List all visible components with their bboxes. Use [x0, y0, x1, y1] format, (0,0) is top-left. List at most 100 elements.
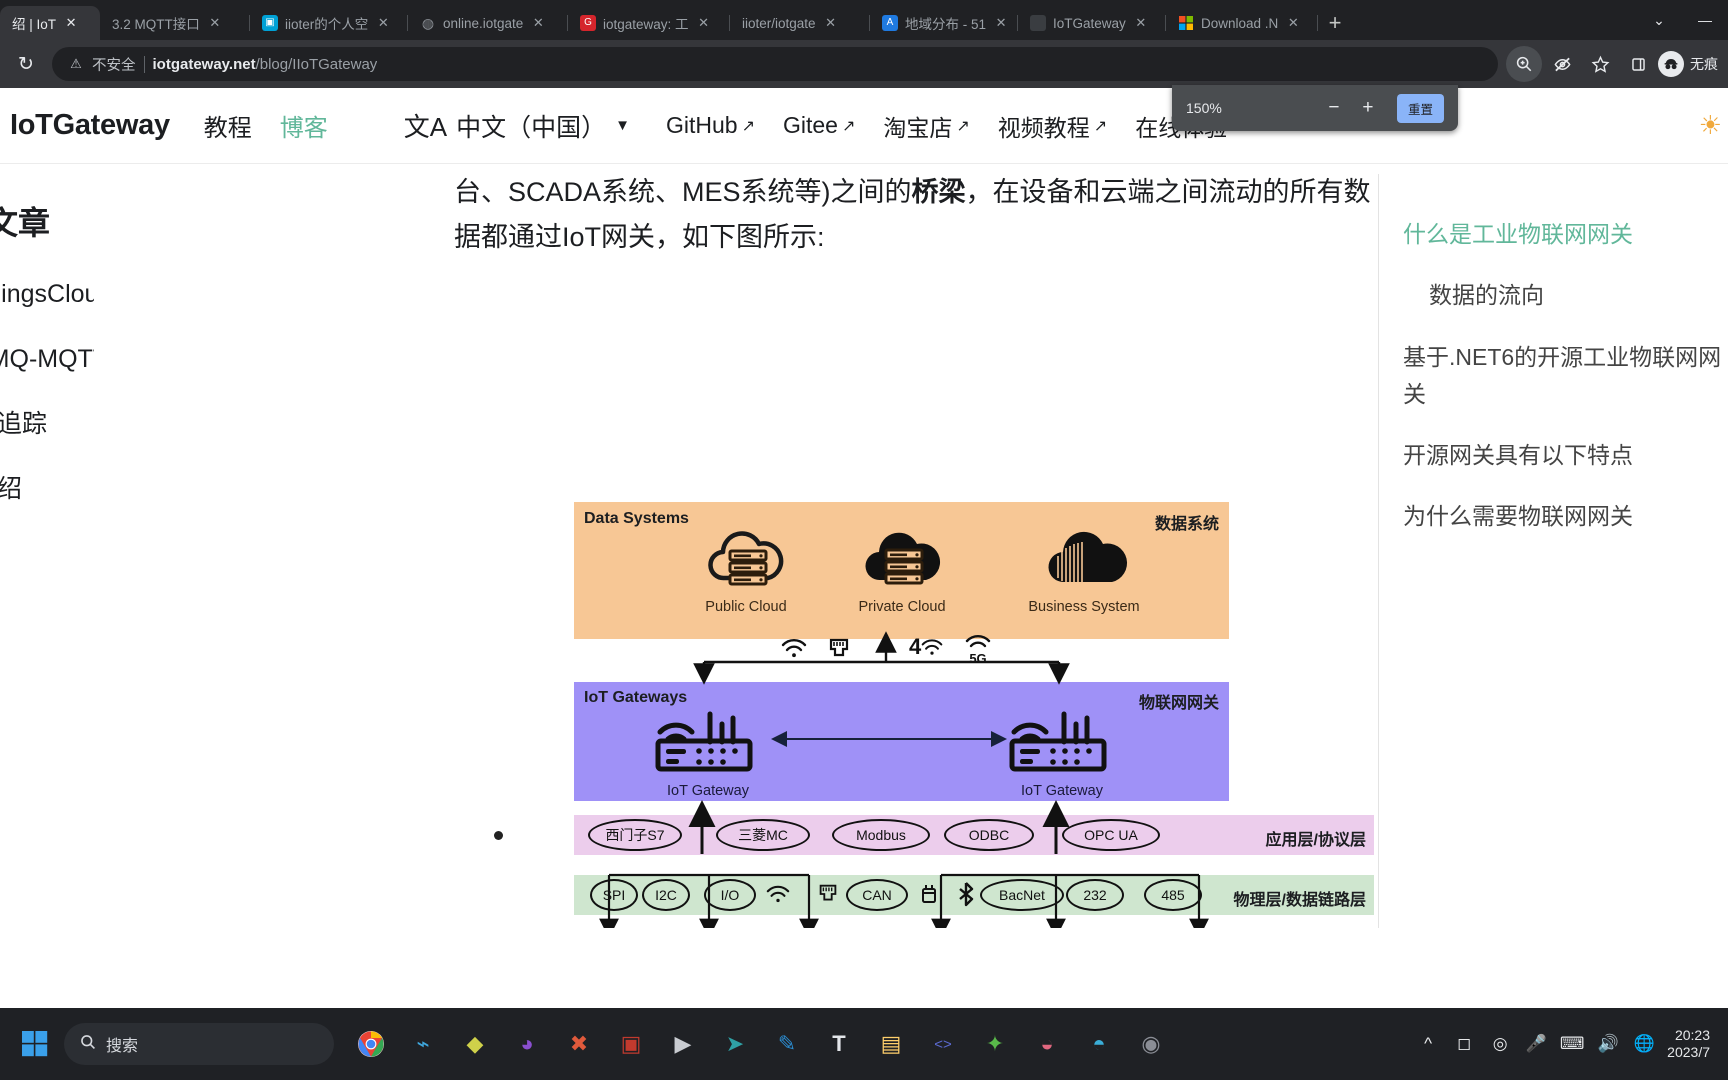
cloud-filled-server-icon: [865, 532, 941, 585]
node-private-cloud: Private Cloud: [842, 524, 962, 615]
taskbar-app-vscode[interactable]: ✎: [764, 1021, 810, 1067]
toc-item-what-is-iiot-gateway[interactable]: 什么是工业物联网网关: [1403, 216, 1728, 253]
browser-tab[interactable]: iioter/iotgate ✕: [730, 6, 870, 40]
taskbar-app-python[interactable]: ◆: [452, 1021, 498, 1067]
tray-expand-icon[interactable]: ^: [1415, 1034, 1441, 1054]
tab-close-icon[interactable]: ✕: [696, 15, 712, 31]
taskbar-app-blue2[interactable]: ◓: [1076, 1021, 1122, 1067]
nav-item-taobao[interactable]: 淘宝店 ↗: [883, 109, 969, 143]
zoom-reset-button[interactable]: 重置: [1396, 93, 1444, 123]
node-iot-gateway-right: IoT Gateway: [1002, 708, 1122, 799]
zoom-in-button[interactable]: +: [1351, 91, 1385, 125]
taskbar-app-edge-dev[interactable]: ⌁: [400, 1021, 446, 1067]
taskbar-search-box[interactable]: 搜索: [64, 1023, 334, 1065]
not-secure-warning-icon: ⚠: [70, 56, 82, 71]
ethernet-uplink-icon: [826, 638, 852, 666]
tab-close-icon[interactable]: ✕: [1133, 15, 1149, 31]
network-icon[interactable]: 🌐: [1631, 1034, 1657, 1054]
toc-item-net6-gateway[interactable]: 基于.NET6的开源工业物联网网关: [1403, 339, 1728, 414]
browser-tab[interactable]: A 地域分布 - 51 ✕: [870, 6, 1018, 40]
reload-icon[interactable]: ↻: [8, 46, 44, 82]
language-label: 中文（中国）: [456, 113, 607, 142]
microphone-icon[interactable]: 🎤: [1523, 1034, 1549, 1054]
eye-off-icon[interactable]: [1544, 46, 1580, 82]
browser-tab[interactable]: 绍 | IoT ✕: [0, 6, 100, 40]
application-layer-title-cn: 应用层/协议层: [1265, 832, 1366, 849]
scroll-indicator-dot: [494, 831, 503, 840]
taskbar-app-xmind[interactable]: ✖: [556, 1021, 602, 1067]
physical-layer-title-cn: 物理层/数据链路层: [1233, 892, 1366, 909]
tab-close-icon[interactable]: ✕: [207, 15, 223, 31]
url-host: iotgateway.net: [152, 55, 256, 73]
tab-close-icon[interactable]: ✕: [530, 15, 546, 31]
taskbar-app-pink[interactable]: ◒: [1024, 1021, 1070, 1067]
taskbar-clock[interactable]: 20:23 2023/7: [1667, 1027, 1710, 1062]
address-bar[interactable]: ⚠ 不安全 iotgateway.net/blog/IIoTGateway: [52, 47, 1498, 81]
zoom-icon[interactable]: [1506, 46, 1542, 82]
toc-item-why-need-gateway[interactable]: 为什么需要物联网网关: [1403, 498, 1728, 535]
tab-close-icon[interactable]: ✕: [63, 15, 79, 31]
tab-title: IoTGateway: [1053, 15, 1126, 31]
url-text: iotgateway.net/blog/IIoTGateway: [153, 56, 378, 73]
tab-title: iioter/iotgate: [742, 15, 816, 31]
taskbar-app-code-editor[interactable]: <>: [920, 1021, 966, 1067]
toc-item-data-flow[interactable]: 数据的流向: [1403, 277, 1728, 314]
tab-close-icon[interactable]: ✕: [375, 15, 391, 31]
nav-label: GitHub: [666, 112, 738, 138]
browser-tab[interactable]: ◍ online.iotgate ✕: [408, 6, 568, 40]
site-brand[interactable]: IoTGateway: [10, 109, 170, 142]
tab-close-icon[interactable]: ✕: [823, 15, 839, 31]
taskbar-app-postman[interactable]: ➤: [712, 1021, 758, 1067]
browser-tab[interactable]: 3.2 MQTT接口 ✕: [100, 6, 250, 40]
node-label: IoT Gateway: [667, 783, 749, 799]
node-public-cloud: Public Cloud: [686, 524, 806, 615]
zoom-out-button[interactable]: −: [1317, 91, 1351, 125]
side-panel-icon[interactable]: [1620, 46, 1656, 82]
taskbar-app-green[interactable]: ✦: [972, 1021, 1018, 1067]
browser-tab[interactable]: IoTGateway ✕: [1018, 6, 1166, 40]
sidebar-item-intro[interactable]: 项目介绍: [0, 469, 94, 505]
tray-app-icon[interactable]: ◻: [1451, 1034, 1477, 1054]
phys-pill-can: CAN: [846, 879, 908, 911]
toc-item-features[interactable]: 开源网关具有以下特点: [1403, 437, 1728, 474]
tab-close-icon[interactable]: ✕: [1285, 15, 1301, 31]
node-label: Private Cloud: [858, 599, 946, 615]
volume-icon[interactable]: 🔊: [1595, 1034, 1621, 1054]
new-tab-button[interactable]: +: [1318, 6, 1352, 40]
taskbar-app-typora[interactable]: T: [816, 1021, 862, 1067]
sidebar-item-tracing[interactable]: 全链路追踪: [0, 404, 94, 440]
browser-tab[interactable]: Download .N ✕: [1166, 6, 1318, 40]
nav-label: Gitee: [783, 112, 838, 138]
theme-toggle-icon[interactable]: ☀: [1699, 110, 1722, 141]
browser-tab[interactable]: G iotgateway: 工 ✕: [568, 6, 730, 40]
sidebar-item-emq-mqtt[interactable]: 接入EMQ-MQTT: [0, 339, 94, 375]
tray-circle-icon[interactable]: ◎: [1487, 1034, 1513, 1054]
nav-item-video-tutorial[interactable]: 视频教程 ↗: [998, 109, 1107, 143]
nav-item-blog[interactable]: 博客: [280, 108, 328, 143]
language-selector[interactable]: 文A 中文（中国） ▼: [404, 107, 630, 144]
taskbar-app-terminal[interactable]: ▶: [660, 1021, 706, 1067]
phys-pill-bacnet: BacNet: [980, 879, 1064, 911]
wifi-icon: [766, 884, 790, 910]
tab-title: iioter的个人空: [285, 17, 369, 32]
nav-item-gitee[interactable]: Gitee ↗: [783, 112, 855, 139]
tab-search-icon[interactable]: ⌄: [1636, 0, 1682, 40]
omnibox-divider: [143, 55, 145, 73]
taskbar-app-chrome[interactable]: [348, 1021, 394, 1067]
nav-item-github[interactable]: GitHub ↗: [666, 112, 755, 139]
bookmark-star-icon[interactable]: [1582, 46, 1618, 82]
browser-tab[interactable]: ▣ iioter的个人空 ✕: [250, 6, 408, 40]
taskbar-app-explorer[interactable]: ▤: [868, 1021, 914, 1067]
start-button[interactable]: [12, 1021, 58, 1067]
incognito-profile[interactable]: 无痕: [1658, 51, 1720, 77]
search-placeholder: 搜索: [106, 1038, 139, 1055]
minimize-button[interactable]: —: [1682, 0, 1728, 40]
article-main: 台、SCADA系统、MES系统等)之间的桥梁，在设备和云端之间流动的所有数据都通…: [94, 164, 1378, 928]
nav-item-tutorial[interactable]: 教程: [204, 108, 252, 143]
taskbar-app-red[interactable]: ▣: [608, 1021, 654, 1067]
taskbar-app-purple[interactable]: ◕: [504, 1021, 550, 1067]
taskbar-app-dark[interactable]: ◉: [1128, 1021, 1174, 1067]
tab-close-icon[interactable]: ✕: [993, 15, 1009, 31]
sidebar-item-thingscloud[interactable]: 接入ThingsCloud: [0, 274, 94, 310]
keyboard-icon[interactable]: ⌨: [1559, 1034, 1585, 1054]
